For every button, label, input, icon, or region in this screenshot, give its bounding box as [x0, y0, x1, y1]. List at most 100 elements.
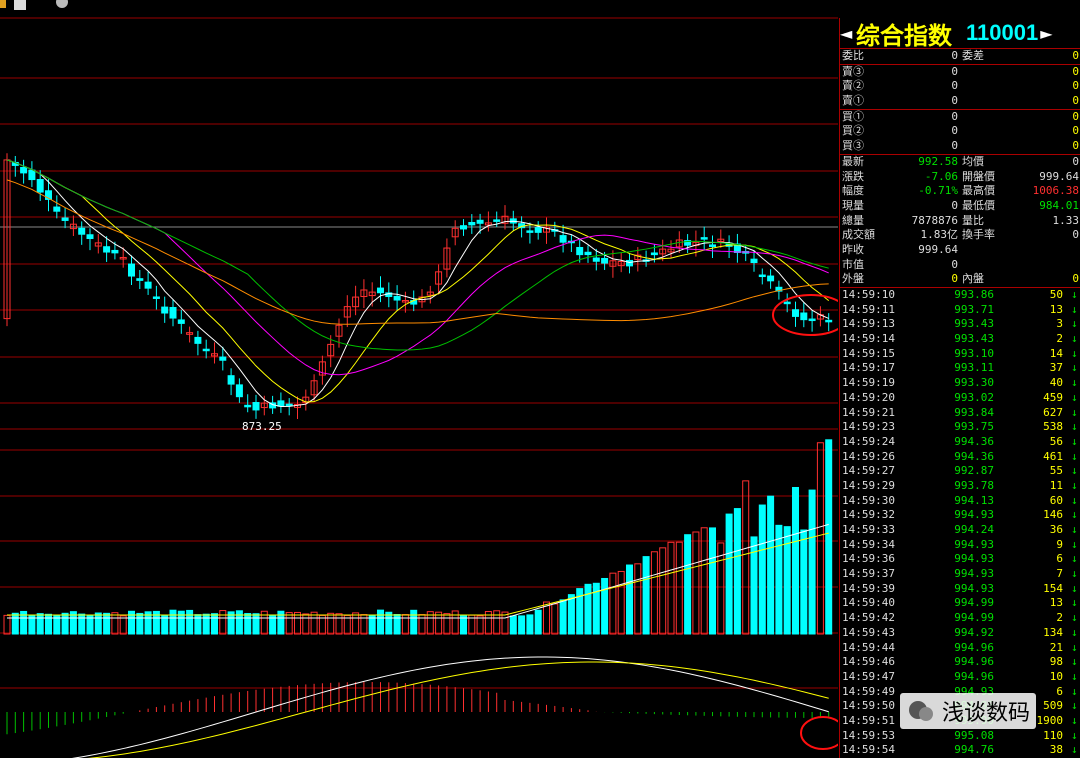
tick-row: 14:59:29 993.78 11 ↓	[840, 479, 1080, 494]
volume-bar	[186, 609, 194, 635]
volume-bars	[3, 439, 833, 635]
tick-row: 14:59:39 994.93 154 ↓	[840, 582, 1080, 597]
candle-body	[144, 281, 152, 289]
low-price-label: 873.25	[242, 420, 282, 433]
down-arrow-icon: ↓	[1071, 288, 1078, 301]
prev-arrow-icon[interactable]: ◄	[840, 24, 852, 43]
candle-body	[111, 249, 119, 254]
sell-row: 賣① 0 0	[842, 94, 1079, 108]
security-name: 综合指数	[856, 21, 952, 50]
tick-row: 14:59:11 993.71 13 ↓	[840, 303, 1080, 318]
candle-body	[277, 400, 285, 407]
volume-bar	[451, 610, 459, 635]
tick-row: 14:59:23 993.75 538 ↓	[840, 420, 1080, 435]
candle-body	[700, 237, 708, 240]
volume-bar	[352, 612, 360, 635]
volume-bar	[11, 612, 19, 635]
tick-row: 14:59:21 993.84 627 ↓	[840, 406, 1080, 421]
volume-bar	[675, 541, 683, 635]
volume-bar	[551, 603, 559, 635]
candle-body	[792, 309, 799, 317]
candle-body	[53, 206, 61, 212]
down-arrow-icon: ↓	[1071, 625, 1078, 639]
volume-ma5-line	[7, 523, 829, 619]
volume-bar	[692, 531, 700, 635]
volume-bar	[235, 610, 243, 635]
volume-bar	[377, 609, 384, 635]
volume-bar	[792, 486, 799, 635]
candle-body	[152, 296, 160, 299]
candle-body	[576, 246, 584, 256]
volume-bar	[518, 615, 526, 635]
down-arrow-icon: ↓	[1071, 464, 1078, 478]
next-arrow-icon[interactable]: ►	[1040, 24, 1052, 43]
buy-row: 買② 0 0	[842, 124, 1079, 138]
down-arrow-icon: ↓	[1071, 655, 1078, 669]
candle-body	[758, 274, 766, 278]
candle-body	[559, 235, 567, 243]
down-arrow-icon: ↓	[1071, 743, 1078, 757]
volume-bar	[119, 615, 127, 635]
buy-row: 買③ 0 0	[842, 139, 1079, 153]
volume-bar	[667, 541, 675, 635]
down-arrow-icon: ↓	[1071, 508, 1078, 522]
tick-row: 14:59:42 994.99 2 ↓	[840, 611, 1080, 626]
candle-body	[78, 227, 86, 235]
ma60-line	[6, 179, 829, 325]
candle-body	[592, 257, 600, 262]
down-arrow-icon: ↓	[1071, 449, 1078, 463]
candle-body	[244, 404, 252, 408]
volume-bar	[111, 612, 119, 635]
down-arrow-icon: ↓	[1071, 405, 1078, 419]
down-arrow-icon: ↓	[1071, 552, 1078, 566]
tick-row: 14:59:17 993.11 37 ↓	[840, 361, 1080, 376]
candle-body	[169, 306, 177, 319]
candle-body	[783, 301, 791, 305]
macd-indicator	[6, 656, 830, 758]
candle-body	[534, 227, 542, 233]
volume-bar	[601, 577, 609, 635]
volume-bar	[659, 547, 667, 635]
volume-bar	[393, 614, 401, 635]
tick-list[interactable]: 14:59:10 993.86 50 ↓ 14:59:11 993.71 13 ↓ 14:59:…	[840, 288, 1080, 758]
ma5-line	[6, 159, 829, 408]
volume-bar	[86, 615, 94, 635]
volume-bar	[53, 615, 61, 635]
candle-body	[86, 234, 94, 240]
sell-row: 賣③ 0 0	[842, 64, 1079, 78]
down-arrow-icon: ↓	[1071, 523, 1078, 536]
down-arrow-icon: ↓	[1071, 376, 1078, 390]
down-arrow-icon: ↓	[1071, 302, 1078, 316]
volume-bar	[78, 613, 86, 635]
candle-body	[800, 312, 808, 321]
down-arrow-icon: ↓	[1071, 537, 1078, 551]
tick-row: 14:59:20 993.02 459 ↓	[840, 391, 1080, 406]
tick-row: 14:59:14 993.43 2 ↓	[840, 332, 1080, 347]
candle-body	[468, 222, 476, 226]
tick-row: 14:59:37 994.93 7 ↓	[840, 567, 1080, 582]
candle-body	[750, 258, 758, 264]
ma10-line	[6, 159, 830, 403]
candle-body	[493, 219, 501, 222]
wechat-icon	[909, 701, 933, 721]
down-arrow-icon: ↓	[1071, 332, 1078, 346]
volume-bar	[294, 611, 301, 635]
down-arrow-icon: ↓	[1071, 390, 1078, 404]
candle-body	[377, 287, 384, 294]
volume-bar	[36, 613, 44, 635]
down-arrow-icon: ↓	[1071, 434, 1078, 448]
tick-row: 14:59:46 994.96 98 ↓	[840, 655, 1080, 670]
tick-row: 14:59:36 994.93 6 ↓	[840, 552, 1080, 567]
kline-chart[interactable]: 873.25	[0, 0, 838, 758]
volume-bar	[642, 556, 650, 635]
quote-row: 現量 0 最低價 984.01	[842, 198, 1079, 212]
volume-bar	[61, 612, 69, 635]
quote-row: 成交額 1.83亿 換手率 0	[842, 228, 1079, 242]
volume-bar	[800, 529, 808, 635]
down-arrow-icon: ↓	[1071, 669, 1078, 683]
quote-row: 昨收 999.64	[842, 242, 958, 256]
volume-ma10-line	[7, 532, 829, 616]
tick-row: 14:59:27 992.87 55 ↓	[840, 464, 1080, 479]
weibi-section: 委比 0 委差 0	[840, 49, 1080, 65]
volume-bar	[634, 563, 642, 635]
